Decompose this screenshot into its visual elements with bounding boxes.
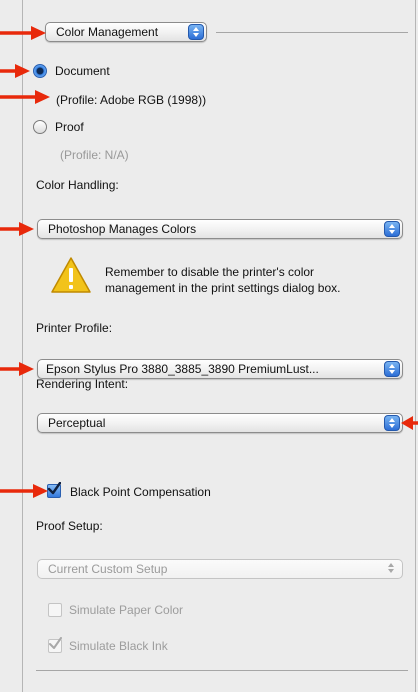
proof-setup-heading: Proof Setup: [36,519,103,533]
annotation-arrow-icon [0,26,46,40]
printer-profile-heading: Printer Profile: [36,321,113,335]
proof-radio[interactable] [33,120,47,134]
simulate-black-ink-label[interactable]: Simulate Black Ink [69,639,168,653]
annotation-arrow-icon [0,484,48,498]
section-divider-bottom [36,670,408,671]
color-management-popup-label: Color Management [56,25,159,39]
annotation-arrow-icon [401,416,418,430]
proof-radio-label[interactable]: Proof [55,120,84,134]
checkmark-icon [49,637,62,649]
warning-text-line-1: Remember to disable the printer's color [105,265,315,279]
popup-stepper-icon [384,561,400,577]
printer-profile-popup-label: Epson Stylus Pro 3880_3885_3890 PremiumL… [46,362,319,376]
annotation-arrow-icon [0,222,34,236]
simulate-paper-color-label[interactable]: Simulate Paper Color [69,603,183,617]
warning-icon [50,256,92,294]
document-radio-label[interactable]: Document [55,64,110,78]
rendering-intent-popup[interactable]: Perceptual [37,413,403,433]
color-handling-heading: Color Handling: [36,178,119,192]
simulate-black-ink-checkbox[interactable] [48,637,62,653]
color-handling-popup[interactable]: Photoshop Manages Colors [37,219,403,239]
panel-right-border [415,0,416,692]
rendering-intent-popup-label: Perceptual [48,416,106,430]
color-handling-popup-label: Photoshop Manages Colors [48,222,197,236]
section-divider-top [216,32,408,33]
popup-stepper-icon [384,221,400,237]
popup-stepper-icon [384,361,400,377]
proof-profile-label: (Profile: N/A) [60,148,129,162]
annotation-arrow-icon [0,90,50,104]
proof-setup-popup[interactable]: Current Custom Setup [37,559,403,579]
warning-text-line-2: management in the print settings dialog … [105,281,341,295]
annotation-arrow-icon [0,362,34,376]
proof-setup-popup-label: Current Custom Setup [48,562,168,576]
simulate-paper-color-checkbox[interactable] [48,603,62,617]
printer-profile-popup[interactable]: Epson Stylus Pro 3880_3885_3890 PremiumL… [37,359,403,379]
document-radio[interactable] [33,64,47,78]
rendering-intent-heading: Rendering Intent: [36,377,129,391]
document-profile-label: (Profile: Adobe RGB (1998)) [56,93,207,107]
annotation-arrow-icon [0,64,30,78]
black-point-compensation-label[interactable]: Black Point Compensation [70,485,211,499]
color-management-popup[interactable]: Color Management [45,22,207,42]
popup-stepper-icon [384,415,400,431]
popup-stepper-icon [188,24,204,40]
